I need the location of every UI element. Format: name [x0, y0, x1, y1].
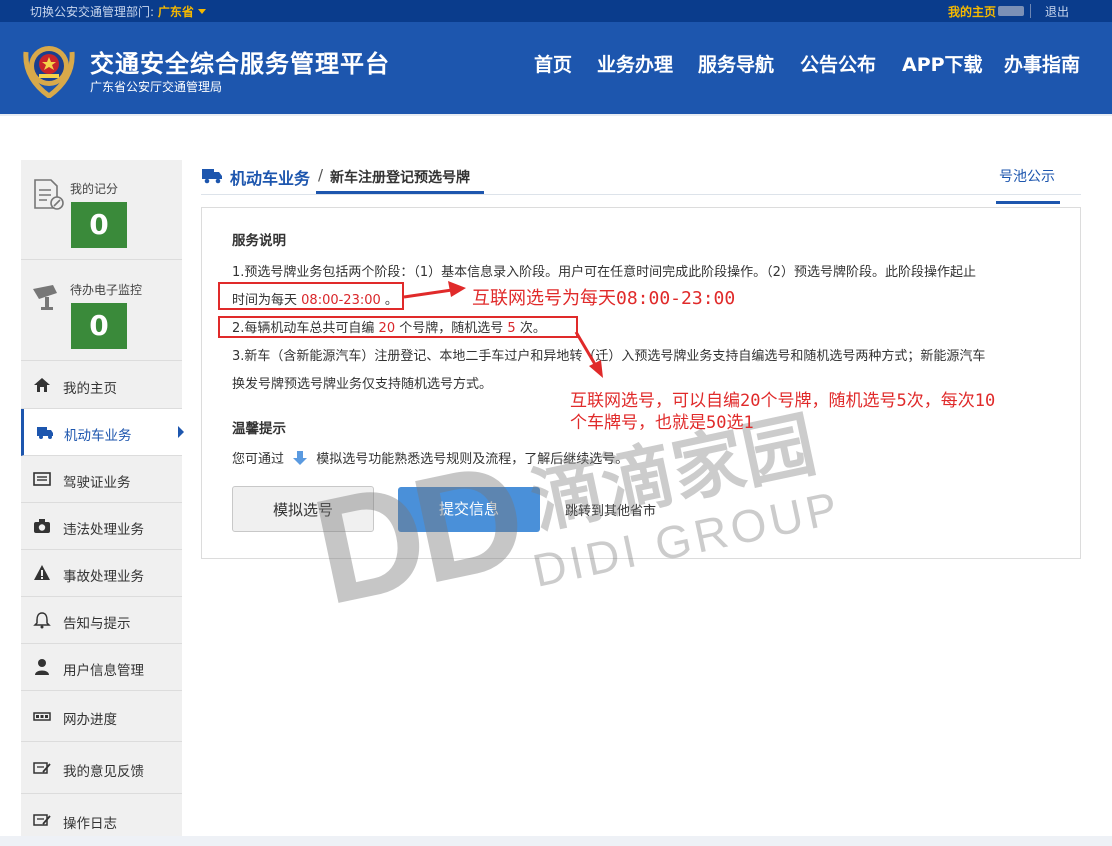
switch-label: 切换公安交通管理部门: — [30, 5, 155, 19]
camera-icon — [34, 519, 50, 533]
pool-tab-underline — [996, 201, 1060, 204]
nav-service-guide[interactable]: 服务导航 — [698, 50, 774, 77]
breadcrumb-section[interactable]: 机动车业务 — [230, 165, 310, 189]
document-edit-icon — [34, 179, 64, 210]
sidebar-item-user[interactable]: 用户信息管理 — [21, 644, 182, 691]
police-emblem-icon — [23, 46, 75, 98]
logout-link[interactable]: 退出 — [1045, 3, 1069, 20]
sidebar-item-label: 驾驶证业务 — [63, 475, 131, 491]
province-select[interactable]: 广东省 — [158, 5, 194, 19]
breadcrumb-current: 新车注册登记预选号牌 — [330, 170, 470, 186]
site-header: 交通安全综合服务管理平台 广东省公安厅交通管理局 首页 业务办理 服务导航 公告… — [0, 22, 1112, 114]
nav-home[interactable]: 首页 — [534, 50, 572, 77]
score-label: 我的记分 — [70, 182, 119, 196]
service-line-5: 换发号牌预选号牌业务仅支持随机选号方式。 — [232, 377, 493, 392]
sidebar-item-label: 用户信息管理 — [63, 663, 144, 679]
divider — [1030, 4, 1031, 18]
feedback-icon — [33, 762, 51, 774]
nav-announcements[interactable]: 公告公布 — [800, 50, 876, 77]
bottom-band — [0, 836, 1112, 846]
caret-right-icon — [178, 426, 184, 438]
sidebar-item-label: 违法处理业务 — [63, 522, 144, 538]
annotation-note-1: 互联网选号为每天08:00-23:00 — [472, 288, 736, 309]
sidebar-item-accident[interactable]: 事故处理业务 — [21, 550, 182, 597]
progress-icon — [33, 712, 51, 721]
sidebar-item-notice[interactable]: 告知与提示 — [21, 597, 182, 644]
nav-guide[interactable]: 办事指南 — [1004, 50, 1080, 77]
site-subtitle: 广东省公安厅交通管理局 — [90, 80, 223, 94]
sidebar-item-license[interactable]: 驾驶证业务 — [21, 456, 182, 503]
sidebar-item-label: 网办进度 — [63, 712, 117, 728]
breadcrumb-divider — [201, 194, 1081, 195]
service-line-1: 1.预选号牌业务包括两个阶段：（1）基本信息录入阶段。用户可在任意时间完成此阶段… — [232, 265, 976, 280]
sidebar-item-label: 我的意见反馈 — [63, 764, 144, 780]
surveillance-camera-icon — [33, 285, 57, 310]
log-icon — [33, 814, 51, 826]
username-redacted — [998, 6, 1024, 16]
tips-heading: 温馨提示 — [232, 421, 286, 437]
nav-business[interactable]: 业务办理 — [597, 50, 673, 77]
pool-announcement-tab[interactable]: 号池公示 — [999, 166, 1055, 186]
sidebar-item-progress[interactable]: 网办进度 — [21, 691, 182, 742]
annotation-highlight-time — [218, 282, 404, 310]
chevron-down-icon — [197, 9, 206, 14]
sidebar-item-label: 我的主页 — [63, 381, 117, 397]
sidebar: 我的记分 0 待办电子监控 0 我的主页 机动车业务 驾驶证业务 违法处理业务 … — [21, 160, 184, 836]
warning-icon — [34, 565, 50, 580]
breadcrumb-separator: / — [318, 166, 324, 184]
monitor-box[interactable]: 待办电子监控 0 — [21, 261, 182, 361]
home-icon — [34, 378, 50, 392]
my-home-link[interactable]: 我的主页 — [948, 3, 996, 20]
sidebar-item-violation[interactable]: 违法处理业务 — [21, 503, 182, 550]
monitor-label: 待办电子监控 — [70, 283, 143, 297]
sidebar-item-home[interactable]: 我的主页 — [21, 362, 182, 409]
arrow-down-icon — [293, 451, 308, 465]
site-title: 交通安全综合服务管理平台 — [90, 50, 390, 78]
sidebar-item-vehicle[interactable]: 机动车业务 — [21, 409, 184, 456]
user-icon — [35, 659, 49, 675]
sidebar-item-label: 事故处理业务 — [63, 569, 144, 585]
nav-app-download[interactable]: APP下载 — [902, 50, 983, 77]
top-strip: 切换公安交通管理部门: 广东省 我的主页 退出 — [0, 0, 1112, 22]
sidebar-item-label: 操作日志 — [63, 816, 117, 832]
score-box[interactable]: 我的记分 0 — [21, 160, 182, 260]
annotation-note-2-line-2: 个车牌号，也就是50选1 — [570, 413, 754, 433]
monitor-value: 0 — [71, 303, 127, 349]
sidebar-item-log[interactable]: 操作日志 — [21, 794, 182, 836]
service-line-4: 3.新车（含新能源汽车）注册登记、本地二手车过户和异地转（迁）入预选号牌业务支持… — [232, 349, 986, 364]
sidebar-item-label: 机动车业务 — [64, 428, 132, 444]
bell-icon — [33, 612, 51, 629]
truck-icon — [37, 427, 53, 439]
tips-prefix: 您可通过 — [232, 452, 285, 467]
header-shadow — [0, 114, 1112, 116]
department-switcher[interactable]: 切换公安交通管理部门: 广东省 — [30, 3, 206, 20]
license-card-icon — [33, 472, 51, 486]
annotation-highlight-count — [218, 316, 578, 338]
sidebar-item-feedback[interactable]: 我的意见反馈 — [21, 742, 182, 794]
score-value: 0 — [71, 202, 127, 248]
service-heading: 服务说明 — [232, 233, 286, 249]
truck-icon — [202, 169, 222, 184]
sidebar-item-label: 告知与提示 — [63, 616, 131, 632]
